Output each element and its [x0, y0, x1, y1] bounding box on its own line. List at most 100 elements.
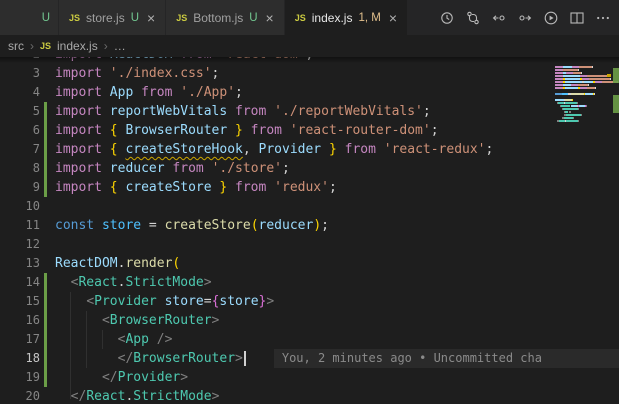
code-line-14[interactable]: 14 <React.StrictMode> — [0, 273, 619, 292]
gutter-change-indicator — [40, 273, 55, 292]
tab-store-js[interactable]: JS store.js U × — [59, 0, 167, 35]
code-text: <React.StrictMode> — [70, 275, 212, 290]
gutter-change-indicator — [40, 159, 55, 178]
git-compare-icon[interactable] — [465, 10, 481, 26]
code-line-16[interactable]: 16 <BrowserRouter> — [0, 311, 619, 330]
code-text: import reducer from './store'; — [55, 161, 290, 176]
code-line-11[interactable]: 11 const store = createStore(reducer); — [0, 216, 619, 235]
line-number[interactable]: 16 — [0, 311, 40, 330]
line-number[interactable]: 11 — [0, 216, 40, 235]
code-text: import reportWebVitals from './reportWeb… — [55, 104, 431, 119]
tab-partial[interactable]: U — [0, 0, 59, 35]
line-number[interactable]: 18 — [0, 349, 40, 368]
tab-bottom-js[interactable]: JS Bottom.js U × — [166, 0, 285, 35]
gutter-change-indicator — [40, 102, 55, 121]
code-text: import ReactDOM from 'react-dom'; — [55, 57, 313, 64]
code-text: const store = createStore(reducer); — [55, 218, 329, 233]
gutter-change-indicator — [40, 235, 55, 254]
tab-index-js[interactable]: JS index.js 1, M × — [284, 0, 408, 35]
git-status-badge: U — [130, 11, 140, 24]
code-line-5[interactable]: 5 import reportWebVitals from './reportWe… — [0, 102, 619, 121]
minimap-token — [564, 117, 573, 119]
line-number[interactable]: 4 — [0, 83, 40, 102]
line-number[interactable]: 19 — [0, 368, 40, 387]
breadcrumb-item-file[interactable]: index.js — [57, 39, 98, 53]
editor[interactable]: 2 import ReactDOM from 'react-dom'; 3 impor… — [0, 57, 619, 404]
code-line-19[interactable]: 19 </Provider> — [0, 368, 619, 387]
code-line-4[interactable]: 4 import App from './App'; — [0, 83, 619, 102]
minimap-line — [555, 95, 619, 104]
code-line-8[interactable]: 8 import reducer from './store'; — [0, 159, 619, 178]
js-file-icon: JS — [176, 12, 188, 23]
code-line-12[interactable]: 12 — [0, 235, 619, 254]
line-number[interactable]: 12 — [0, 235, 40, 254]
vscode-window: U JS store.js U × JS Bottom.js U × JS in… — [0, 0, 619, 404]
minimap-line — [555, 107, 619, 116]
code-line-17[interactable]: 17 <App /> — [0, 330, 619, 349]
code-line-7[interactable]: 7 import { createStoreHook, Provider } fr… — [0, 140, 619, 159]
gutter-change-indicator — [40, 349, 55, 368]
code-line-18[interactable]: 18 </BrowserRouter> You, 2 minutes ago • … — [0, 349, 619, 368]
minimap-token — [595, 81, 602, 83]
previous-change-icon[interactable] — [491, 10, 507, 26]
minimap-token — [581, 114, 582, 116]
code-line-10[interactable]: 10 — [0, 197, 619, 216]
line-number[interactable]: 2 — [0, 57, 40, 64]
minimap-line — [555, 110, 619, 119]
minimap-token — [585, 93, 593, 95]
git-status-badge: 1, M — [358, 11, 381, 24]
line-number[interactable]: 17 — [0, 330, 40, 349]
code-text: import { createStoreHook, Provider } fro… — [55, 142, 494, 157]
js-file-icon: JS — [294, 12, 306, 23]
code-line-3[interactable]: 3 import './index.css'; — [0, 64, 619, 83]
minimap-line — [555, 98, 619, 107]
more-actions-icon[interactable] — [595, 10, 611, 26]
gutter-change-indicator — [40, 311, 55, 330]
minimap-token — [594, 93, 595, 95]
next-change-icon[interactable] — [517, 10, 533, 26]
close-icon[interactable]: × — [389, 11, 397, 25]
minimap-token — [610, 78, 611, 80]
line-number[interactable]: 7 — [0, 140, 40, 159]
overview-warning-mark — [607, 74, 611, 77]
code-line-6[interactable]: 6 import { BrowserRouter } from 'react-ro… — [0, 121, 619, 140]
line-number[interactable]: 5 — [0, 102, 40, 121]
line-number[interactable]: 13 — [0, 254, 40, 273]
js-file-icon: JS — [40, 41, 52, 51]
code-text: </React.StrictMode> — [70, 389, 220, 404]
breadcrumb-item-src[interactable]: src — [8, 39, 24, 53]
code-text: import './index.css'; — [55, 66, 220, 81]
line-number[interactable]: 10 — [0, 197, 40, 216]
minimap-line — [555, 101, 619, 110]
gutter-change-indicator — [40, 140, 55, 159]
overview-added-mark — [613, 95, 619, 113]
close-icon[interactable]: × — [147, 11, 155, 25]
line-number[interactable]: 15 — [0, 292, 40, 311]
breadcrumb-item-symbol[interactable]: … — [114, 39, 126, 53]
code-lines: 2 import ReactDOM from 'react-dom'; 3 impor… — [0, 57, 619, 404]
code-line-20[interactable]: 20 </React.StrictMode> — [0, 387, 619, 404]
split-editor-icon[interactable] — [569, 10, 585, 26]
minimap[interactable] — [555, 57, 619, 404]
code-line-2[interactable]: 2 import ReactDOM from 'react-dom'; — [0, 57, 619, 64]
gutter-change-indicator — [40, 197, 55, 216]
line-number[interactable]: 3 — [0, 64, 40, 83]
code-line-9[interactable]: 9 import { createStore } from 'redux'; — [0, 178, 619, 197]
line-number[interactable]: 20 — [0, 387, 40, 404]
timeline-icon[interactable] — [439, 10, 455, 26]
minimap-line — [555, 62, 619, 71]
line-number[interactable]: 9 — [0, 178, 40, 197]
run-icon[interactable] — [543, 10, 559, 26]
close-icon[interactable]: × — [266, 11, 274, 25]
code-line-13[interactable]: 13 ReactDOM.render( — [0, 254, 619, 273]
minimap-line — [555, 59, 619, 68]
line-number[interactable]: 14 — [0, 273, 40, 292]
line-number[interactable]: 8 — [0, 159, 40, 178]
tab-bar: U JS store.js U × JS Bottom.js U × JS in… — [0, 0, 619, 35]
gutter-change-indicator — [40, 178, 55, 197]
line-number[interactable]: 6 — [0, 121, 40, 140]
code-line-15[interactable]: 15 <Provider store={store}> — [0, 292, 619, 311]
breadcrumb: src › JS index.js › … — [0, 35, 619, 57]
gutter-change-indicator — [40, 292, 55, 311]
minimap-token — [595, 87, 596, 89]
